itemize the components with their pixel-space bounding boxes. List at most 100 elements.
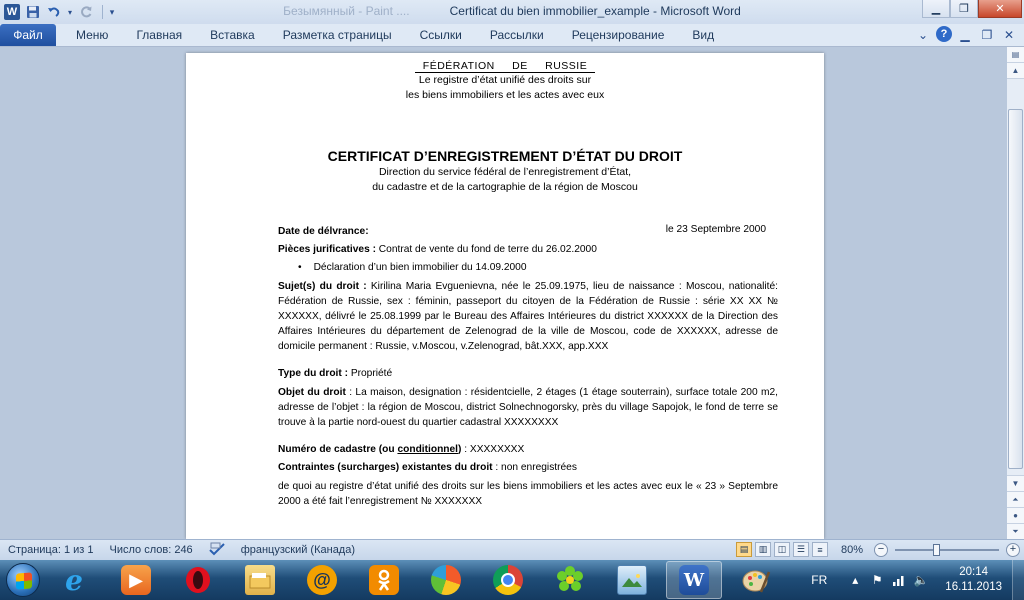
mail-agent-icon: @ [307,565,337,595]
photo-viewer-icon [617,565,647,595]
windows-taskbar: e ▶ @ W FR ▴ ⚑ 🔈 20:14 16.11.2013 [0,560,1024,600]
scroll-down-icon[interactable]: ▼ [1007,475,1024,491]
previous-page-icon[interactable]: ⏶ [1007,491,1024,507]
sujets-paragraph: Sujet(s) du droit : Kirilina Maria Evgue… [278,279,778,354]
objet-paragraph: Objet du droit : La maison, designation … [278,385,778,430]
final-paragraph: de quoi au registre d’état unifié des dr… [278,481,778,507]
header-federation: FÉDÉRATION DE RUSSIE [186,60,824,73]
flag-icon[interactable]: ⚑ [869,572,885,588]
word-app-icon[interactable]: W [3,3,21,21]
doc-restore-icon[interactable]: ❐ [978,26,996,44]
word-taskbar-icon: W [679,565,709,595]
show-hidden-icons-icon[interactable]: ▴ [847,572,863,588]
volume-icon[interactable]: 🔈 [913,572,929,588]
print-layout-view-icon[interactable]: ▤ [735,542,752,557]
customize-qat-icon[interactable]: ▾ [107,3,117,21]
paint-palette-icon [741,565,771,595]
floppy-icon[interactable] [24,3,42,21]
window-title: Безымянный - Paint .... Certificat du bie… [0,4,1024,18]
date-label: Date de délvrance: [278,226,369,237]
expand-ribbon-icon[interactable]: ⌄ [914,26,932,44]
tab-mailings[interactable]: Рассылки [476,24,558,46]
type-label: Type du droit : [278,368,348,379]
doc-close-icon[interactable]: ✕ [1000,26,1018,44]
tab-references[interactable]: Ссылки [406,24,476,46]
taskbar-chrome[interactable] [480,561,536,599]
pieces-paragraph: Pièces jurificatives : Contrat de vente … [278,242,778,257]
windows-logo-icon [6,563,40,597]
status-page-count[interactable]: Страница: 1 из 1 [0,544,102,556]
help-icon[interactable]: ? [936,26,952,42]
taskbar-icq[interactable] [542,561,598,599]
input-language[interactable]: FR [811,573,827,587]
header-registry-line2: les biens immobiliers et les actes avec … [405,89,605,101]
document-page[interactable]: FÉDÉRATION DE RUSSIE Le registre d’état … [186,53,824,539]
system-tray: FR ▴ ⚑ 🔈 20:14 16.11.2013 [811,560,1024,600]
cadastre-label: Numéro de cadastre (ou conditionnel) [278,444,461,455]
web-layout-icon[interactable]: ◫ [773,542,790,557]
contraintes-value: : non enregistrées [492,462,577,473]
taskbar-opera[interactable] [170,561,226,599]
folder-icon [245,565,275,595]
scroll-thumb[interactable] [1008,109,1023,469]
zoom-level[interactable]: 80% [841,544,863,556]
undo-dropdown-icon[interactable]: ▾ [66,3,74,21]
redo-icon[interactable] [77,3,95,21]
quick-access-toolbar: W ▾ ▾ [0,0,120,24]
scrollbar-bottom-controls: ▼ ⏶ ● ⏷ [1007,475,1024,539]
close-icon[interactable]: ✕ [978,0,1022,18]
taskbar-game-app[interactable] [418,561,474,599]
type-paragraph: Type du droit : Propriété [278,366,778,381]
network-icon[interactable] [891,572,907,588]
status-language[interactable]: французский (Канада) [233,544,363,556]
undo-icon[interactable] [45,3,63,21]
minimize-icon[interactable]: ▁ [922,0,950,18]
objet-value: : La maison, designation : résidentciell… [278,387,778,428]
next-page-icon[interactable]: ⏷ [1007,523,1024,539]
sujets-label: Sujet(s) du droit : [278,281,367,292]
maximize-icon[interactable]: ❐ [950,0,978,18]
tab-page-layout[interactable]: Разметка страницы [269,24,406,46]
taskbar-mail-agent[interactable]: @ [294,561,350,599]
spelling-check-icon[interactable] [201,542,233,559]
outline-view-icon[interactable]: ☰ [792,542,809,557]
taskbar-odnoklassniki[interactable] [356,561,412,599]
zoom-slider-knob[interactable] [933,543,940,556]
taskbar-photo-viewer[interactable] [604,561,660,599]
tab-menu[interactable]: Меню [62,24,122,46]
zoom-in-icon[interactable]: + [1006,542,1020,557]
tab-insert[interactable]: Вставка [196,24,269,46]
cadastre-label-a: Numéro de cadastre (ou [278,444,398,455]
ruler-toggle-icon[interactable]: ▤ [1007,47,1024,63]
zoom-out-icon[interactable]: − [874,542,888,557]
taskbar-ie[interactable]: e [46,561,102,599]
draft-view-icon[interactable]: ≡ [811,542,828,557]
ribbon-tabs: Файл Меню Главная Вставка Разметка стран… [0,24,1024,47]
title-bar: W ▾ ▾ Безымянный - Paint .... Certificat … [0,0,1024,24]
system-clock[interactable]: 20:14 16.11.2013 [945,565,1002,595]
document-area[interactable]: FÉDÉRATION DE RUSSIE Le registre d’état … [0,47,1006,539]
show-desktop-button[interactable] [1012,560,1024,600]
zoom-slider-track [895,548,999,551]
start-button[interactable] [0,560,46,600]
scroll-up-icon[interactable]: ▲ [1007,63,1024,79]
status-word-count[interactable]: Число слов: 246 [102,544,201,556]
vertical-scrollbar[interactable]: ▤ ▲ ▼ ⏶ ● ⏷ [1006,47,1024,539]
tab-home[interactable]: Главная [122,24,196,46]
tab-file[interactable]: Файл [0,24,56,46]
select-browse-object-icon[interactable]: ● [1007,507,1024,523]
tab-view[interactable]: Вид [678,24,728,46]
pieces-label: Pièces jurificatives : [278,244,376,255]
full-screen-reading-icon[interactable]: ▥ [754,542,771,557]
window-controls: ▁ ❐ ✕ [922,0,1022,20]
date-value: le 23 Septembre 2000 [665,224,766,235]
doc-minimize-icon[interactable]: ▁ [956,26,974,44]
tab-review[interactable]: Рецензирование [558,24,679,46]
taskbar-word[interactable]: W [666,561,722,599]
clock-date: 16.11.2013 [945,581,1002,593]
taskbar-explorer[interactable] [232,561,288,599]
taskbar-media-player[interactable]: ▶ [108,561,164,599]
taskbar-paint[interactable] [728,561,784,599]
zoom-slider[interactable] [895,543,999,557]
icq-flower-icon [555,565,585,595]
